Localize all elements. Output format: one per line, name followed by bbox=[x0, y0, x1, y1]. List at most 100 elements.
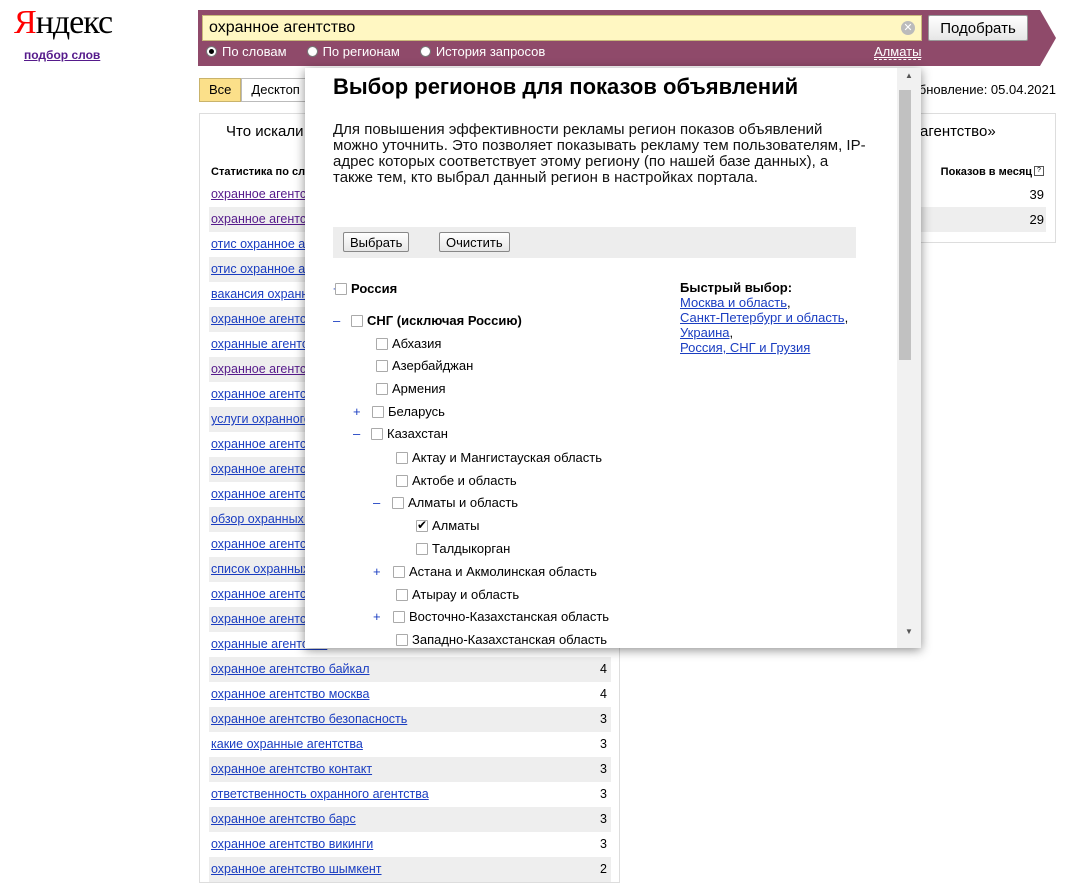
region-item[interactable]: Казахстан bbox=[371, 426, 448, 441]
region-checkbox[interactable] bbox=[396, 633, 408, 646]
modal-scrollbar[interactable]: ▲ ▼ bbox=[897, 68, 921, 648]
search-input[interactable] bbox=[203, 16, 895, 40]
keyword-count: 2 bbox=[600, 862, 607, 876]
region-label: Актау и Мангистауская область bbox=[412, 450, 603, 465]
quick-link[interactable]: Украина bbox=[680, 325, 730, 340]
keyword-row: охранное агентство контакт 3 bbox=[209, 757, 611, 782]
search-mode-option[interactable]: История запросов bbox=[419, 44, 546, 59]
region-item[interactable]: Алматы и область bbox=[392, 495, 518, 510]
region-checkbox[interactable] bbox=[396, 451, 408, 464]
wordstat-link[interactable]: подбор слов bbox=[24, 48, 100, 62]
scroll-down-icon[interactable]: ▼ bbox=[897, 624, 921, 640]
quick-link[interactable]: Москва и область bbox=[680, 295, 787, 310]
region-checkbox[interactable] bbox=[372, 405, 384, 418]
radio-icon[interactable] bbox=[306, 46, 318, 57]
region-item[interactable]: Алматы bbox=[416, 518, 479, 533]
collapse-icon[interactable]: – bbox=[353, 426, 360, 441]
region-item[interactable]: Актобе и область bbox=[396, 473, 517, 488]
expand-icon[interactable]: + bbox=[353, 404, 361, 419]
region-checkbox[interactable] bbox=[376, 359, 388, 372]
keyword-row: охранное агентство безопасность 3 bbox=[209, 707, 611, 732]
region-item[interactable]: Беларусь bbox=[372, 404, 445, 419]
region-checkbox[interactable] bbox=[396, 474, 408, 487]
region-item[interactable]: Астана и Акмолинская область bbox=[393, 564, 597, 579]
search-mode-option[interactable]: По регионам bbox=[306, 44, 400, 59]
region-checkbox[interactable] bbox=[416, 542, 428, 555]
keyword-row: ответственность охранного агентства 3 bbox=[209, 782, 611, 807]
select-button[interactable]: Выбрать bbox=[343, 232, 410, 252]
region-label: Атырау и область bbox=[412, 587, 520, 602]
region-checkbox[interactable] bbox=[396, 588, 408, 601]
keyword-row: охранное агентство москва 4 bbox=[209, 682, 611, 707]
search-mode-option[interactable]: По словам bbox=[206, 44, 287, 59]
keyword-count: 3 bbox=[600, 762, 607, 776]
region-item[interactable]: Азербайджан bbox=[376, 358, 473, 373]
region-item[interactable]: Армения bbox=[376, 381, 446, 396]
right-panel-title: агентство» bbox=[920, 123, 996, 140]
region-label: Абхазия bbox=[392, 336, 442, 351]
radio-icon[interactable] bbox=[206, 46, 217, 57]
submit-button[interactable]: Подобрать bbox=[928, 15, 1028, 41]
scroll-thumb[interactable] bbox=[899, 90, 911, 360]
clear-icon[interactable]: ✕ bbox=[901, 21, 915, 35]
region-checkbox[interactable] bbox=[335, 282, 347, 295]
region-item[interactable]: Россия bbox=[335, 281, 397, 296]
region-checkbox[interactable] bbox=[393, 610, 405, 623]
region-label: Талдыкорган bbox=[432, 541, 511, 556]
region-checkbox[interactable] bbox=[371, 427, 383, 440]
device-tabs: Все Десктоп bbox=[199, 78, 310, 102]
device-tab[interactable]: Все bbox=[199, 78, 242, 102]
region-checkbox[interactable] bbox=[351, 314, 363, 327]
region-label: Астана и Акмолинская область bbox=[409, 564, 597, 579]
keyword-link[interactable]: какие охранные агентства bbox=[211, 737, 363, 751]
region-checkbox[interactable] bbox=[393, 565, 405, 578]
region-item[interactable]: Талдыкорган bbox=[416, 541, 510, 556]
region-label: Алматы bbox=[432, 518, 480, 533]
region-label: Армения bbox=[392, 381, 446, 396]
keyword-count: 3 bbox=[600, 812, 607, 826]
region-item[interactable]: Атырау и область bbox=[396, 587, 519, 602]
region-checkbox[interactable] bbox=[376, 337, 388, 350]
keyword-count: 3 bbox=[600, 837, 607, 851]
region-label: Западно-Казахстанская область bbox=[412, 632, 608, 647]
scroll-up-icon[interactable]: ▲ bbox=[897, 68, 921, 84]
keyword-link[interactable]: охранное агентство шымкент bbox=[211, 862, 382, 876]
device-tab[interactable]: Десктоп bbox=[241, 78, 310, 102]
quick-link[interactable]: Россия, СНГ и Грузия bbox=[680, 340, 810, 355]
help-icon[interactable]: ? bbox=[1034, 166, 1044, 176]
radio-icon[interactable] bbox=[419, 46, 431, 57]
search-mode-label: История запросов bbox=[435, 44, 546, 59]
yandex-logo[interactable]: Яндекс bbox=[14, 4, 113, 42]
expand-icon[interactable]: + bbox=[373, 609, 381, 624]
shows-header: Показов в месяц? bbox=[941, 166, 1044, 178]
quick-select-title: Быстрый выбор: bbox=[680, 280, 793, 295]
region-item[interactable]: СНГ (исключая Россию) bbox=[351, 313, 522, 328]
region-link[interactable]: Алматы bbox=[874, 44, 922, 60]
keyword-link[interactable]: охранное агентство контакт bbox=[211, 762, 372, 776]
keyword-link[interactable]: охранное агентство безопасность bbox=[211, 712, 407, 726]
clear-button[interactable]: Очистить bbox=[439, 232, 510, 252]
region-item[interactable]: Абхазия bbox=[376, 336, 441, 351]
region-item[interactable]: Западно-Казахстанская область bbox=[396, 632, 607, 647]
quick-link[interactable]: Санкт-Петербург и область bbox=[680, 310, 845, 325]
region-item[interactable]: Восточно-Казахстанская область bbox=[393, 609, 609, 624]
keyword-link[interactable]: ответственность охранного агентства bbox=[211, 787, 429, 801]
region-item[interactable]: Актау и Мангистауская область bbox=[396, 450, 602, 465]
expand-icon[interactable]: + bbox=[373, 564, 381, 579]
keyword-link[interactable]: охранное агентство викинги bbox=[211, 837, 373, 851]
region-checkbox[interactable] bbox=[416, 518, 428, 532]
search-box[interactable]: ✕ bbox=[202, 15, 922, 41]
collapse-icon[interactable]: – bbox=[333, 313, 340, 328]
collapse-icon[interactable]: – bbox=[373, 495, 380, 510]
region-label: Восточно-Казахстанская область bbox=[409, 609, 610, 624]
keyword-link[interactable]: охранное агентство барс bbox=[211, 812, 356, 826]
keyword-link[interactable]: охранное агентство байкал bbox=[211, 662, 370, 676]
region-checkbox[interactable] bbox=[376, 382, 388, 395]
region-modal: Выбор регионов для показов объявлений Дл… bbox=[305, 68, 921, 648]
keyword-link[interactable]: охранное агентство москва bbox=[211, 687, 369, 701]
modal-description: Для повышения эффективности рекламы реги… bbox=[333, 121, 866, 186]
region-label: Беларусь bbox=[388, 404, 445, 419]
region-checkbox[interactable] bbox=[392, 496, 404, 509]
search-mode-label: По регионам bbox=[322, 44, 400, 59]
keyword-row: какие охранные агентства 3 bbox=[209, 732, 611, 757]
